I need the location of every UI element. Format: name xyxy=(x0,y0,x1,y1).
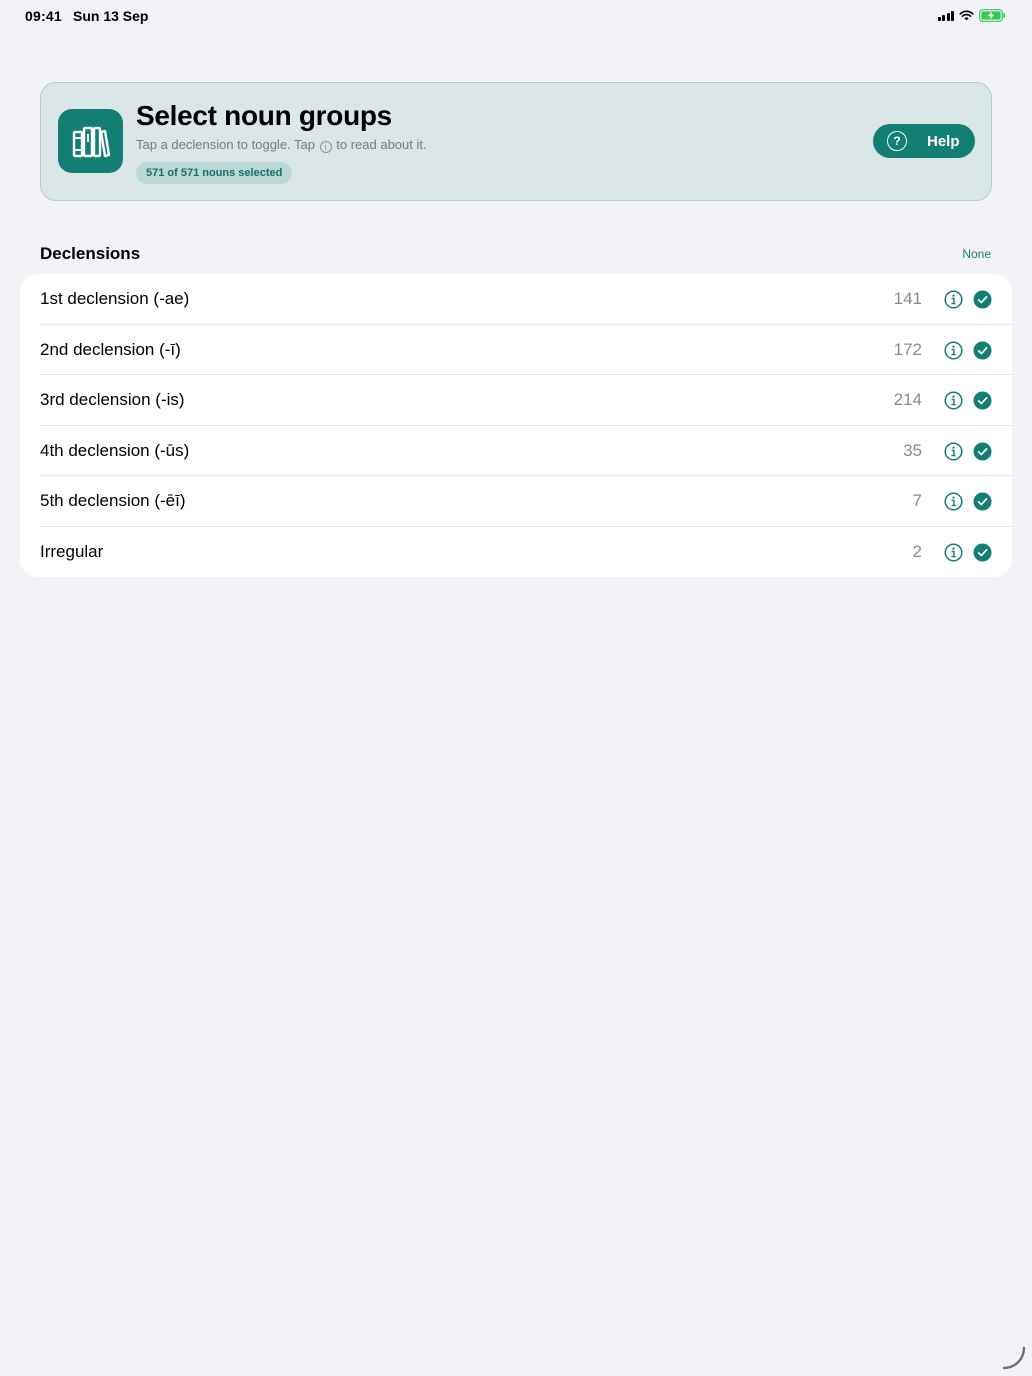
wifi-icon xyxy=(959,10,974,21)
status-time: 09:41 xyxy=(25,8,62,24)
info-icon[interactable] xyxy=(944,340,963,360)
status-bar: 09:41 Sun 13 Sep xyxy=(0,0,1032,32)
resize-handle-icon xyxy=(1002,1346,1026,1370)
page-subtitle: Tap a declension to toggle. Tap i to rea… xyxy=(136,137,427,153)
battery-charging-icon xyxy=(979,9,1006,22)
info-icon[interactable] xyxy=(944,441,963,461)
declension-label: 2nd declension (-ī) xyxy=(40,339,181,359)
declension-count: 214 xyxy=(893,390,922,409)
declension-count: 2 xyxy=(912,541,922,561)
declension-label: 4th declension (-ūs) xyxy=(40,440,190,460)
declension-count: 35 xyxy=(903,440,922,460)
page-title: Select noun groups xyxy=(136,100,392,131)
declension-count: 172 xyxy=(893,339,922,359)
checkmark-circle-icon[interactable] xyxy=(973,290,992,309)
declension-label: Irregular xyxy=(40,541,104,561)
selection-count-badge: 571 of 571 nouns selected xyxy=(136,162,293,184)
help-button[interactable]: ? Help xyxy=(873,124,975,158)
question-circle-icon: ? xyxy=(887,131,907,151)
checkmark-circle-icon[interactable] xyxy=(973,492,992,511)
info-icon[interactable] xyxy=(944,391,963,410)
declension-row[interactable]: 4th declension (-ūs) 35 xyxy=(20,426,1012,476)
subtitle-text-before: Tap a declension to toggle. Tap xyxy=(136,137,316,152)
declension-list: 1st declension (-ae) 141 2nd declension (-… xyxy=(20,274,1012,577)
checkmark-circle-icon[interactable] xyxy=(973,442,992,461)
declension-row[interactable]: 1st declension (-ae) 141 xyxy=(20,274,1012,325)
status-icons xyxy=(937,9,1007,22)
declension-count: 141 xyxy=(893,289,922,308)
declension-label: 1st declension (-ae) xyxy=(40,289,190,308)
cellular-signal-icon xyxy=(937,10,954,21)
declension-row[interactable]: 5th declension (-ēī) 7 xyxy=(20,476,1012,527)
declension-count: 7 xyxy=(912,491,922,510)
checkmark-circle-icon[interactable] xyxy=(973,543,992,562)
help-button-label: Help xyxy=(927,132,960,150)
declension-label: 3rd declension (-is) xyxy=(40,390,185,409)
declension-row[interactable]: 3rd declension (-is) 214 xyxy=(20,375,1012,426)
declension-row[interactable]: 2nd declension (-ī) 172 xyxy=(20,325,1012,375)
info-icon[interactable] xyxy=(944,290,963,309)
declension-label: 5th declension (-ēī) xyxy=(40,491,186,510)
checkmark-circle-icon[interactable] xyxy=(973,391,992,410)
info-icon[interactable] xyxy=(944,542,963,562)
declension-row[interactable]: Irregular 2 xyxy=(20,527,1012,578)
subtitle-text-after: to read about it. xyxy=(336,137,427,152)
header-card: Select noun groups Tap a declension to t… xyxy=(40,82,992,201)
status-date: Sun 13 Sep xyxy=(73,8,149,24)
info-icon: i xyxy=(319,141,332,153)
section-title: Declensions xyxy=(40,244,141,263)
checkmark-circle-icon[interactable] xyxy=(973,341,992,360)
select-none-button[interactable]: None xyxy=(962,247,991,261)
books-icon xyxy=(58,109,123,173)
info-icon[interactable] xyxy=(944,492,963,511)
